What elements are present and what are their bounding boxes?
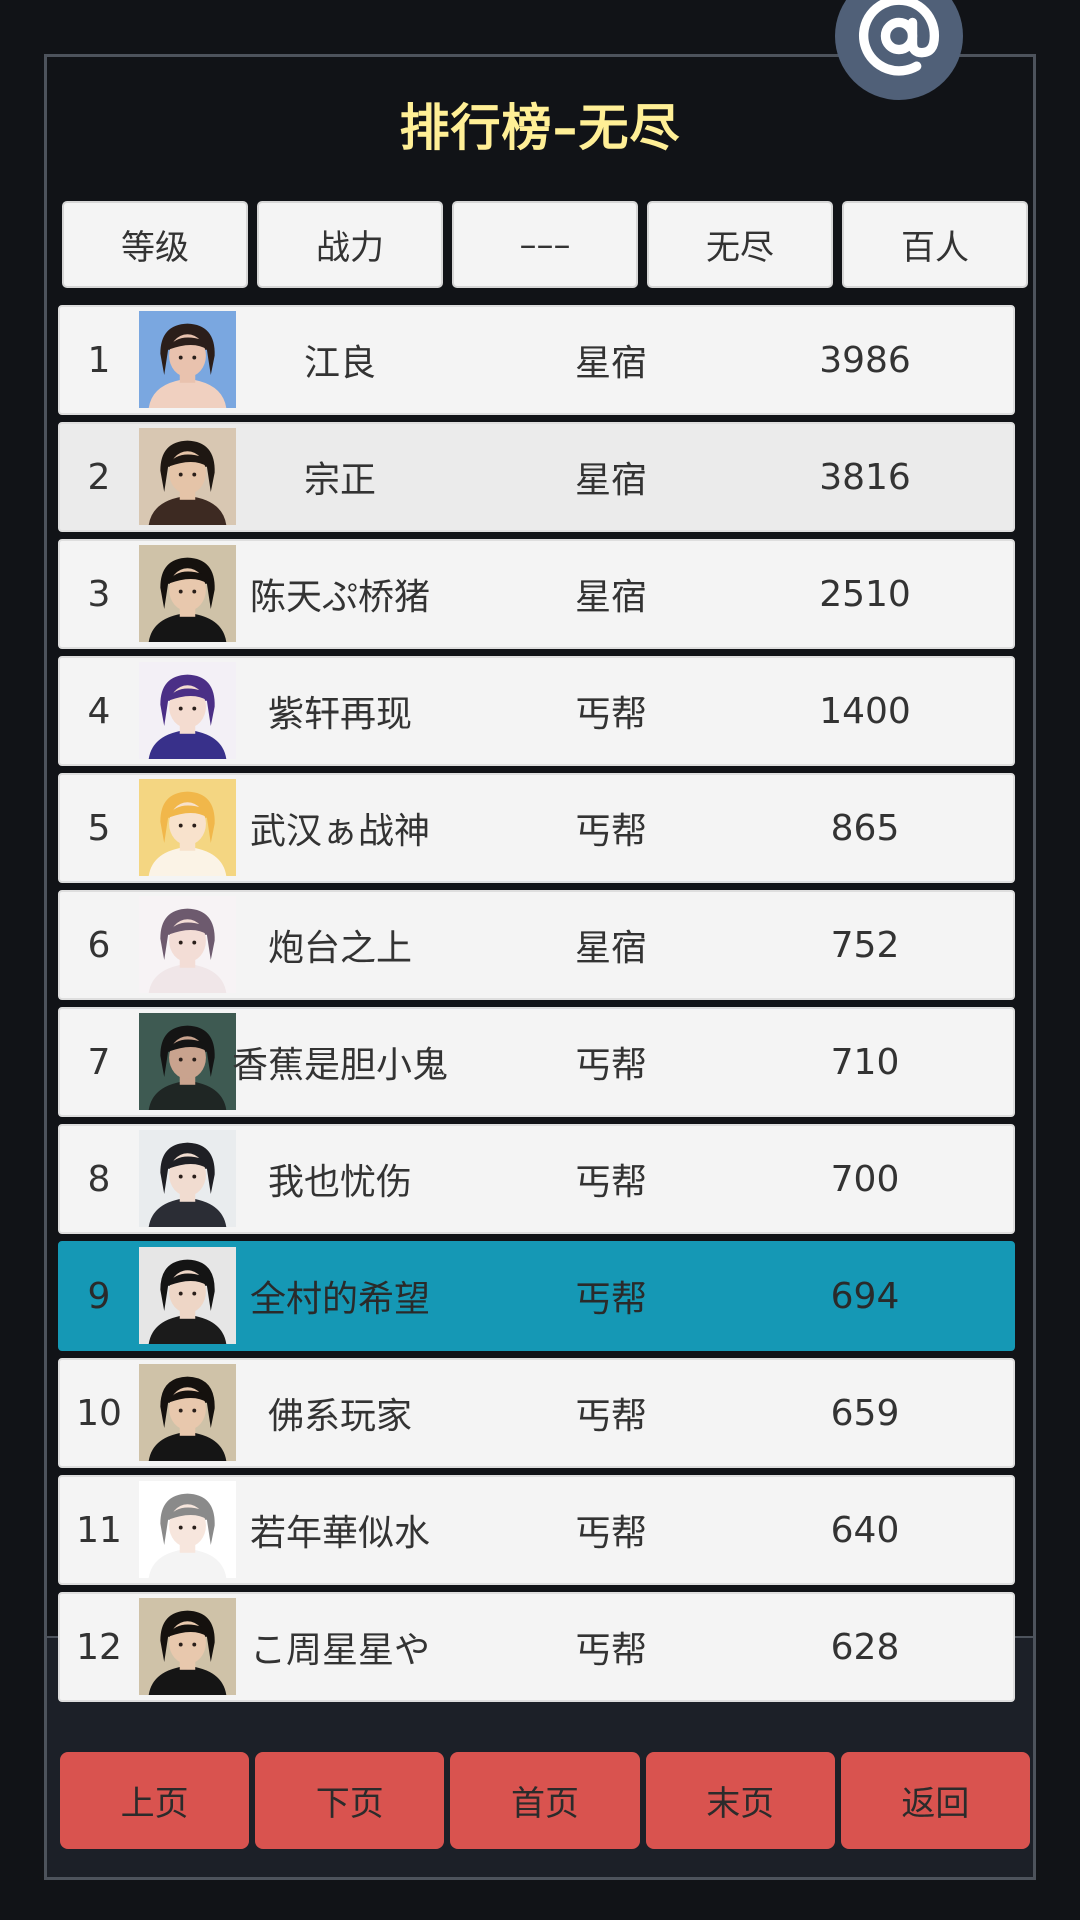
guild-name: 星宿 (574, 343, 647, 384)
avatar[interactable] (139, 779, 236, 876)
rank-number: 7 (87, 1041, 111, 1083)
guild-name: 丐帮 (574, 694, 647, 735)
avatar[interactable] (139, 1481, 236, 1578)
score-value: 659 (830, 1392, 900, 1434)
guild-name: 丐帮 (574, 811, 647, 852)
avatar[interactable] (139, 1013, 236, 1110)
player-name: 香蕉是胆小鬼 (232, 1045, 449, 1086)
avatar[interactable] (139, 311, 236, 408)
score-value: 628 (830, 1626, 900, 1668)
guild-name: 星宿 (574, 460, 647, 501)
avatar[interactable] (139, 662, 236, 759)
score-value: 640 (830, 1509, 900, 1551)
rank-number: 10 (76, 1392, 122, 1434)
table-row[interactable]: 6 炮台之上 星宿 752 (58, 890, 1015, 1000)
table-row[interactable]: 1 江良 星宿 3986 (58, 305, 1015, 415)
ranking-list: 1 江良 星宿 3986 2 宗正 星宿 3816 3 陈天ぷ桥猪 星宿 2510 4 紫轩再现 丐帮 140… (58, 305, 1015, 1709)
rank-number: 12 (76, 1626, 122, 1668)
at-icon-glyph (858, 0, 940, 76)
score-value: 3986 (819, 339, 911, 381)
prev-page-button[interactable]: 上页 (60, 1752, 250, 1849)
avatar[interactable] (139, 1130, 236, 1227)
avatar[interactable] (139, 545, 236, 642)
rank-number: 1 (87, 339, 111, 381)
first-page-button[interactable]: 首页 (450, 1752, 640, 1849)
player-name: 宗正 (303, 460, 376, 501)
tab-hundred[interactable]: 百人 (842, 201, 1028, 288)
score-value: 694 (830, 1275, 900, 1317)
rank-number: 11 (76, 1509, 122, 1551)
player-name: 若年華似水 (249, 1513, 430, 1554)
table-row[interactable]: 9 全村的希望 丐帮 694 (58, 1241, 1015, 1351)
next-page-button[interactable]: 下页 (255, 1752, 445, 1849)
rank-number: 9 (87, 1275, 111, 1317)
rank-number: 6 (87, 924, 111, 966)
tab-endless[interactable]: 无尽 (647, 201, 833, 288)
player-name: 陈天ぷ桥猪 (249, 577, 430, 618)
back-button[interactable]: 返回 (840, 1752, 1031, 1849)
ranking-tabs: 等级 战力 ––– 无尽 百人 (62, 201, 1028, 288)
avatar[interactable] (139, 1364, 236, 1461)
rank-number: 8 (87, 1158, 111, 1200)
table-row[interactable]: 8 我也忧伤 丐帮 700 (58, 1124, 1015, 1234)
avatar[interactable] (139, 1598, 236, 1695)
last-page-button[interactable]: 末页 (645, 1752, 835, 1849)
table-row[interactable]: 3 陈天ぷ桥猪 星宿 2510 (58, 539, 1015, 649)
tab-level[interactable]: 等级 (62, 201, 248, 288)
page-title: 排行榜–无尽 (399, 99, 681, 157)
tab-power[interactable]: 战力 (257, 201, 443, 288)
table-row[interactable]: 2 宗正 星宿 3816 (58, 422, 1015, 532)
score-value: 752 (830, 924, 900, 966)
pagination-bar: 上页 下页 首页 末页 返回 (60, 1752, 1031, 1849)
table-row[interactable]: 7 香蕉是胆小鬼 丐帮 710 (58, 1007, 1015, 1117)
table-row[interactable]: 12 こ周星星や 丐帮 628 (58, 1592, 1015, 1702)
table-row[interactable]: 5 武汉ぁ战神 丐帮 865 (58, 773, 1015, 883)
player-name: 武汉ぁ战神 (249, 811, 430, 852)
table-row[interactable]: 11 若年華似水 丐帮 640 (58, 1475, 1015, 1585)
avatar[interactable] (139, 1247, 236, 1344)
player-name: 我也忧伤 (267, 1162, 412, 1203)
rank-number: 3 (87, 573, 111, 615)
guild-name: 星宿 (574, 577, 647, 618)
rank-number: 4 (87, 690, 111, 732)
score-value: 1400 (819, 690, 911, 732)
table-row[interactable]: 4 紫轩再现 丐帮 1400 (58, 656, 1015, 766)
leaderboard-screen: 排行榜–无尽 等级 战力 ––– 无尽 百人 1 江良 星宿 3986 2 宗正 星宿 381… (0, 0, 1080, 1920)
player-name: こ周星星や (249, 1630, 430, 1671)
rank-number: 5 (87, 807, 111, 849)
player-name: 佛系玩家 (267, 1396, 412, 1437)
rank-number: 2 (87, 456, 111, 498)
avatar[interactable] (139, 428, 236, 525)
guild-name: 丐帮 (574, 1513, 647, 1554)
player-name: 炮台之上 (267, 928, 412, 969)
table-row[interactable]: 10 佛系玩家 丐帮 659 (58, 1358, 1015, 1468)
at-icon[interactable] (835, 0, 963, 100)
player-name: 紫轩再现 (267, 694, 412, 735)
avatar[interactable] (139, 896, 236, 993)
player-name: 全村的希望 (249, 1279, 430, 1320)
guild-name: 丐帮 (574, 1279, 647, 1320)
score-value: 700 (830, 1158, 900, 1200)
score-value: 865 (830, 807, 900, 849)
guild-name: 丐帮 (574, 1045, 647, 1086)
score-value: 710 (830, 1041, 900, 1083)
player-name: 江良 (303, 343, 376, 384)
score-value: 2510 (819, 573, 911, 615)
tab-placeholder[interactable]: ––– (452, 201, 638, 288)
guild-name: 丐帮 (574, 1396, 647, 1437)
guild-name: 丐帮 (574, 1162, 647, 1203)
guild-name: 丐帮 (574, 1630, 647, 1671)
score-value: 3816 (819, 456, 911, 498)
guild-name: 星宿 (574, 928, 647, 969)
